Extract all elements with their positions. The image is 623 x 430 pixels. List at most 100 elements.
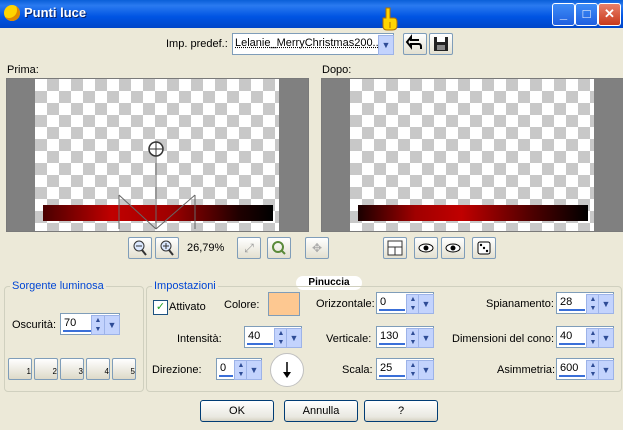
light-source-crosshair[interactable] (7, 79, 308, 231)
light-preset-3[interactable]: 3 (60, 358, 84, 380)
light-preset-4[interactable]: 4 (86, 358, 110, 380)
eye-icon (418, 243, 434, 253)
ok-button[interactable]: OK (200, 400, 274, 422)
preset-value: Lelanie_MerryChristmas200... (235, 37, 382, 49)
light-preset-5[interactable]: 5 (112, 358, 136, 380)
intensity-value: 40 (248, 330, 261, 342)
auto-proof-button[interactable] (441, 237, 465, 259)
view-toggle-button[interactable] (383, 237, 407, 259)
flattening-slider[interactable] (559, 309, 585, 311)
minimize-button[interactable]: _ (552, 3, 575, 26)
light-preset-1[interactable]: 1 (8, 358, 32, 380)
horizontal-slider[interactable] (379, 309, 405, 311)
zoom-out-icon (133, 240, 147, 256)
vertical-label: Verticale: (326, 333, 372, 345)
help-button[interactable]: ? (364, 400, 438, 422)
app-icon (4, 5, 20, 21)
horizontal-value: 0 (380, 296, 387, 308)
light-source-title: Sorgente luminosa (10, 280, 106, 292)
eye-icon (445, 243, 461, 253)
direction-slider[interactable] (219, 375, 233, 377)
scale-slider[interactable] (379, 375, 405, 377)
chevron-down-icon[interactable]: ▼ (418, 360, 434, 380)
chevron-down-icon[interactable]: ▼ (598, 328, 614, 348)
darkness-input[interactable]: 70 ▲ ▼ ▼ (60, 313, 120, 335)
red-bar-result (358, 205, 588, 221)
zoom-out-button[interactable] (128, 237, 152, 259)
zoom-in-button[interactable] (155, 237, 179, 259)
before-preview[interactable] (6, 78, 309, 232)
floppy-disk-icon (434, 37, 448, 51)
direction-dial[interactable] (270, 353, 304, 387)
window-title: Punti luce (24, 5, 87, 20)
randomize-button[interactable] (472, 237, 496, 259)
chevron-down-icon[interactable]: ▼ (598, 360, 614, 380)
color-swatch[interactable] (268, 292, 300, 316)
vertical-input[interactable]: 130 ▲ ▼ ▼ (376, 326, 434, 348)
after-label: Dopo: (322, 64, 352, 76)
chevron-down-icon[interactable]: ▼ (418, 294, 434, 314)
close-button[interactable]: ✕ (598, 3, 621, 26)
intensity-slider[interactable] (247, 343, 273, 345)
save-preset-button[interactable] (429, 33, 453, 55)
zoom-level: 26,79% (187, 242, 225, 254)
intensity-input[interactable]: 40 ▲ ▼ ▼ (244, 326, 302, 348)
before-label: Prima: (7, 64, 39, 76)
asymmetry-slider[interactable] (559, 375, 585, 377)
vertical-slider[interactable] (379, 343, 405, 345)
asymmetry-label: Asimmetria: (497, 364, 556, 376)
title-bar (0, 0, 623, 28)
spin-icon[interactable]: ▲ ▼ (91, 315, 105, 335)
chevron-down-icon[interactable]: ▼ (286, 328, 302, 348)
cone-size-value: 40 (560, 330, 573, 342)
flattening-input[interactable]: 28 ▲ ▼ ▼ (556, 292, 614, 314)
cone-size-label: Dimensioni del cono: (452, 333, 555, 345)
direction-label: Direzione: (152, 364, 202, 376)
pointing-hand-icon (378, 6, 400, 32)
flattening-label: Spianamento: (486, 298, 554, 310)
scale-input[interactable]: 25 ▲ ▼ ▼ (376, 358, 434, 380)
darkness-value: 70 (64, 317, 77, 329)
undo-icon (405, 34, 422, 50)
chevron-down-icon[interactable]: ▼ (378, 35, 394, 55)
light-preset-2[interactable]: 2 (34, 358, 58, 380)
fit-icon (272, 241, 286, 255)
zoom-fit-button[interactable] (267, 237, 291, 259)
maximize-button[interactable]: □ (575, 3, 598, 26)
chevron-down-icon[interactable]: ▼ (104, 315, 120, 335)
cancel-button[interactable]: Annulla (284, 400, 358, 422)
direction-input[interactable]: 0 ▲ ▼ ▼ (216, 358, 262, 380)
horizontal-label: Orizzontale: (316, 298, 375, 310)
actual-size-button[interactable]: ⤢ (237, 237, 261, 259)
horizontal-input[interactable]: 0 ▲ ▼ ▼ (376, 292, 434, 314)
preset-dropdown[interactable]: Lelanie_MerryChristmas200... ▼ (232, 33, 394, 55)
enabled-checkbox[interactable]: ✓ (153, 300, 168, 315)
asymmetry-value: 600 (560, 362, 579, 374)
scale-label: Scala: (342, 364, 373, 376)
intensity-label: Intensità: (177, 333, 222, 345)
vertical-value: 130 (380, 330, 399, 342)
pan-button[interactable]: ✥ (305, 237, 329, 259)
color-label: Colore: (224, 299, 260, 311)
darkness-label: Oscurità: (12, 319, 57, 331)
cone-size-input[interactable]: 40 ▲ ▼ ▼ (556, 326, 614, 348)
after-preview (321, 78, 623, 232)
chevron-down-icon[interactable]: ▼ (598, 294, 614, 314)
move-icon: ✥ (311, 241, 323, 255)
direction-value: 0 (220, 362, 227, 374)
preview-on-image-button[interactable] (414, 237, 438, 259)
reset-button[interactable] (403, 33, 427, 55)
scale-value: 25 (380, 362, 393, 374)
asymmetry-input[interactable]: 600 ▲ ▼ ▼ (556, 358, 614, 380)
preset-label: Imp. predef.: (166, 38, 228, 50)
darkness-slider[interactable] (63, 330, 91, 332)
arrow-down-icon (283, 362, 291, 378)
flattening-value: 28 (560, 296, 573, 308)
settings-title: Impostazioni (152, 280, 218, 292)
chevron-down-icon[interactable]: ▼ (418, 328, 434, 348)
resize-icon: ⤢ (244, 241, 254, 255)
enabled-label: Attivato (169, 301, 206, 313)
layout-icon (387, 240, 403, 256)
cone-size-slider[interactable] (559, 343, 585, 345)
chevron-down-icon[interactable]: ▼ (246, 360, 262, 380)
